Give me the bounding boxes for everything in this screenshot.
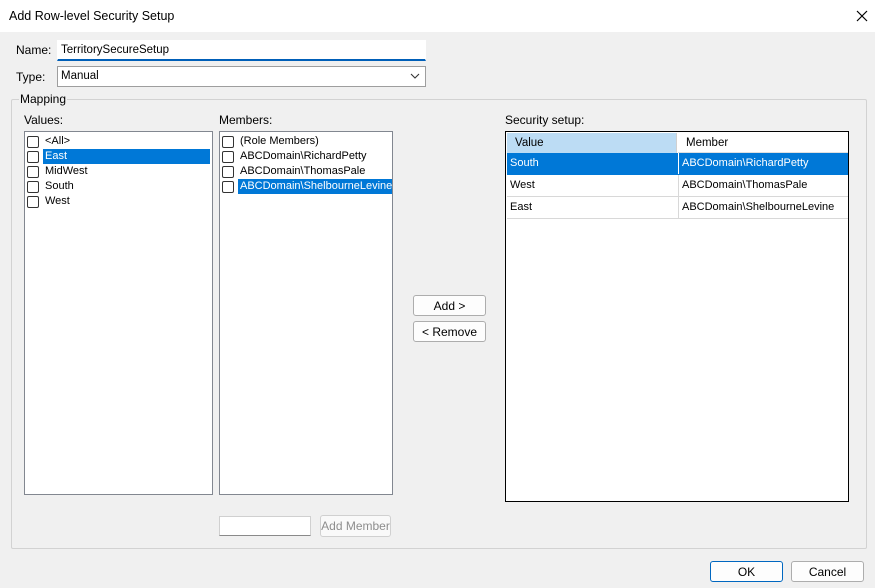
close-icon	[856, 10, 868, 22]
cell-member: ABCDomain\RichardPetty	[678, 153, 848, 174]
list-item[interactable]: ABCDomain\ShelbourneLevine	[222, 179, 393, 194]
list-item-label: West	[45, 195, 70, 207]
checkbox[interactable]	[27, 180, 39, 193]
security-setup-label: Security setup:	[505, 113, 585, 127]
name-label: Name:	[16, 43, 52, 57]
name-input[interactable]	[57, 40, 426, 61]
list-item[interactable]: ABCDomain\RichardPetty	[222, 149, 369, 164]
checkbox[interactable]	[27, 165, 39, 178]
type-select[interactable]: Manual	[57, 66, 426, 87]
list-item[interactable]: (Role Members)	[222, 134, 321, 149]
list-item[interactable]: MidWest	[27, 164, 90, 179]
checkbox[interactable]	[222, 180, 234, 193]
type-label: Type:	[16, 70, 46, 84]
cell-value: South	[510, 157, 539, 169]
checkbox[interactable]	[27, 150, 39, 163]
list-item-label: South	[45, 180, 74, 192]
list-item-label: MidWest	[45, 165, 88, 177]
members-label: Members:	[219, 113, 273, 127]
title-bar: Add Row-level Security Setup	[0, 0, 875, 32]
new-member-input[interactable]	[219, 516, 311, 536]
list-item-label: ABCDomain\ShelbourneLevine	[238, 179, 393, 194]
ok-button[interactable]: OK	[710, 561, 783, 582]
list-item-label: <All>	[45, 135, 71, 147]
cell-value: West	[510, 179, 535, 191]
window-title: Add Row-level Security Setup	[9, 9, 175, 23]
table-row[interactable]: East ABCDomain\ShelbourneLevine	[507, 197, 848, 219]
column-header-member[interactable]: Member	[678, 133, 848, 153]
values-list[interactable]: <All> East MidWest South West	[24, 131, 213, 495]
type-select-value: Manual	[61, 70, 99, 82]
list-item[interactable]: South	[27, 179, 76, 194]
security-grid[interactable]: Value Member South ABCDomain\RichardPett…	[505, 131, 849, 502]
table-row[interactable]: South ABCDomain\RichardPetty	[507, 153, 848, 175]
table-row[interactable]: West ABCDomain\ThomasPale	[507, 175, 848, 197]
members-list[interactable]: (Role Members) ABCDomain\RichardPetty AB…	[219, 131, 393, 495]
list-item-label: (Role Members)	[240, 135, 319, 147]
add-member-button[interactable]: Add Member	[320, 515, 391, 537]
cell-member: ABCDomain\ThomasPale	[678, 175, 848, 196]
checkbox[interactable]	[222, 165, 234, 178]
checkbox[interactable]	[222, 150, 234, 163]
checkbox[interactable]	[27, 135, 39, 148]
list-item[interactable]: <All>	[27, 134, 72, 149]
list-item-label: ABCDomain\ThomasPale	[240, 165, 366, 177]
list-item-label: East	[43, 149, 210, 164]
column-header-value[interactable]: Value	[507, 133, 677, 153]
list-item[interactable]: ABCDomain\ThomasPale	[222, 164, 367, 179]
cell-value: East	[510, 201, 533, 213]
cell-member: ABCDomain\ShelbourneLevine	[678, 197, 848, 218]
remove-button[interactable]: < Remove	[413, 321, 486, 342]
add-button[interactable]: Add >	[413, 295, 486, 316]
chevron-down-icon	[410, 73, 420, 79]
cancel-button[interactable]: Cancel	[791, 561, 864, 582]
list-item[interactable]: West	[27, 194, 72, 209]
values-label: Values:	[24, 113, 64, 127]
list-item[interactable]: East	[27, 149, 210, 164]
checkbox[interactable]	[27, 195, 39, 208]
list-item-label: ABCDomain\RichardPetty	[240, 150, 367, 162]
mapping-legend: Mapping	[19, 92, 68, 106]
close-button[interactable]	[850, 4, 874, 28]
checkbox[interactable]	[222, 135, 234, 148]
